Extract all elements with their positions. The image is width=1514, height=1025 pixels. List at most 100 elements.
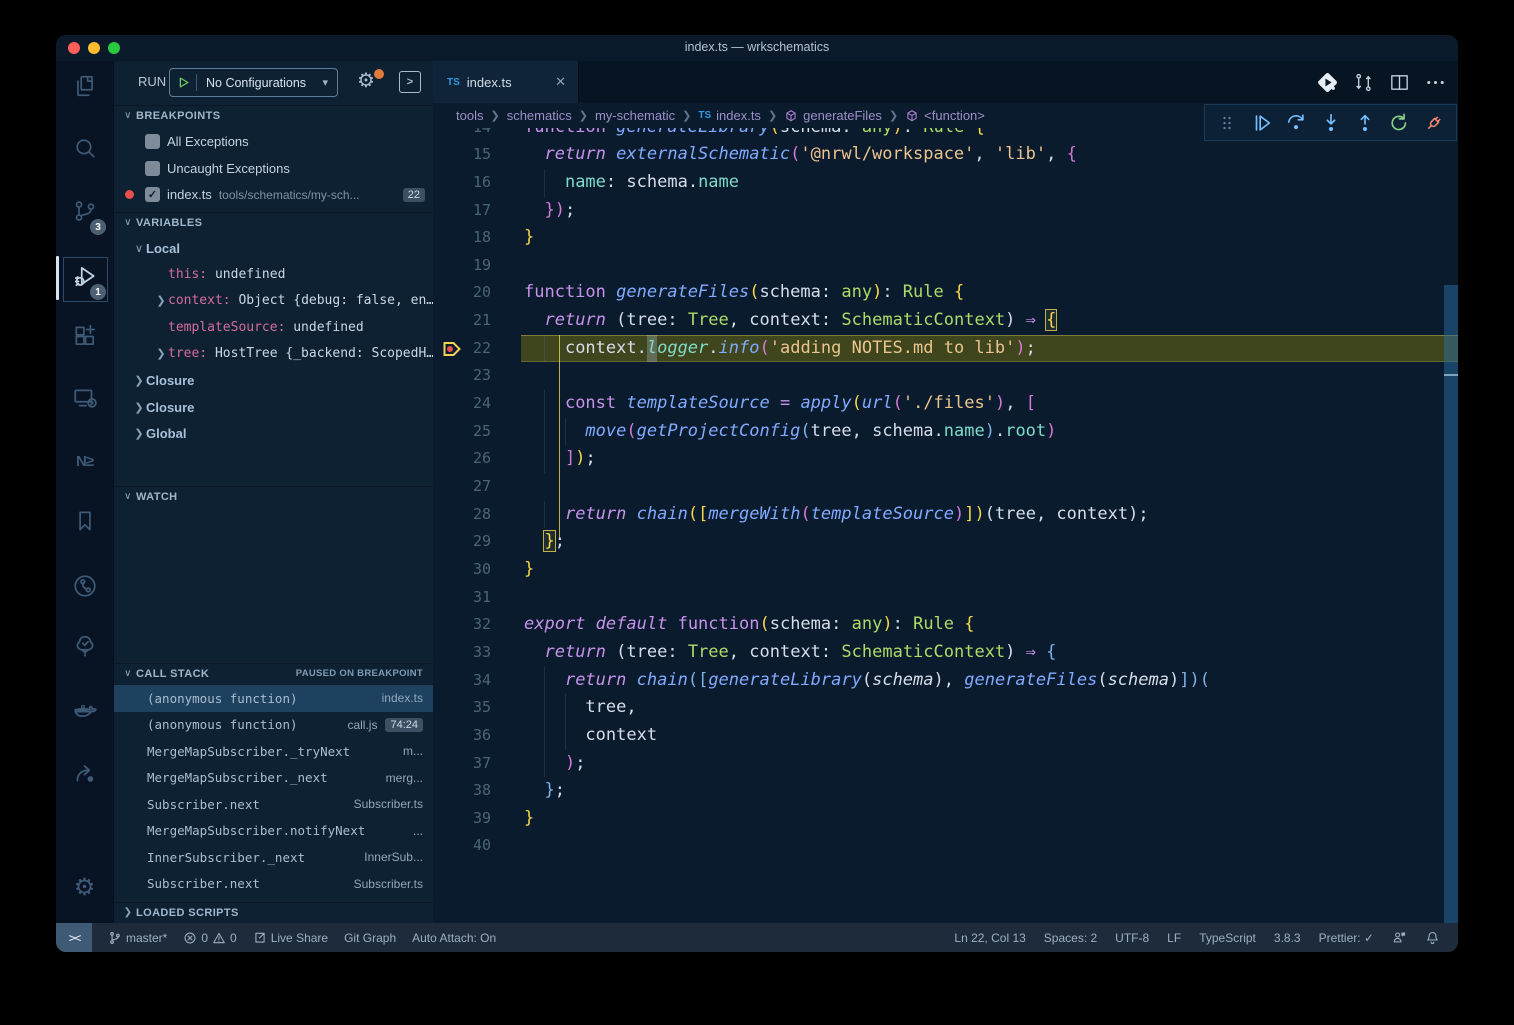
code-line[interactable]: 35 tree, — [433, 694, 1458, 722]
code-line[interactable]: 29 }; — [433, 528, 1458, 556]
git-branch[interactable]: master* — [108, 931, 167, 945]
code-line[interactable]: 36 context — [433, 722, 1458, 750]
code-line[interactable]: 34 return chain([generateLibrary(schema)… — [433, 667, 1458, 695]
code-line[interactable]: 33 return (tree: Tree, context: Schemati… — [433, 639, 1458, 667]
code-line[interactable]: 25 move(getProjectConfig(tree, schema.na… — [433, 418, 1458, 446]
run-or-debug-icon[interactable] — [1314, 69, 1340, 95]
code-line[interactable]: 18} — [433, 224, 1458, 252]
todo-tree-icon[interactable] — [56, 624, 113, 672]
code-line[interactable]: 32export default function(schema: any): … — [433, 611, 1458, 639]
run-and-debug-icon[interactable]: 1 — [56, 254, 113, 302]
breakpoint-row[interactable]: ✓index.tstools/schematics/my-sch...22 — [114, 181, 433, 208]
expand-chevron-icon[interactable]: ❯ — [132, 401, 146, 414]
code-line[interactable]: 24 const templateSource = apply(url('./f… — [433, 390, 1458, 418]
breadcrumb-item[interactable]: my-schematic — [595, 108, 675, 123]
bookmarks-icon[interactable] — [56, 499, 113, 547]
launch-config-dropdown[interactable]: No Configurations▾ — [169, 68, 338, 97]
code-line[interactable]: 39} — [433, 805, 1458, 833]
call-stack-frame[interactable]: MergeMapSubscriber._tryNextm... — [114, 738, 433, 765]
code-line[interactable]: 40 — [433, 832, 1458, 860]
variable-scope-row[interactable]: ❯Closure — [114, 394, 433, 420]
overview-ruler[interactable] — [1444, 128, 1458, 923]
watch-section-header[interactable]: ∨WATCH — [114, 486, 433, 506]
code-line[interactable]: 19 — [433, 252, 1458, 280]
restart-button[interactable] — [1387, 111, 1411, 135]
call-stack-frame[interactable]: (anonymous function)index.ts — [114, 685, 433, 712]
feedback-smiley[interactable] — [1392, 930, 1407, 945]
search-icon[interactable] — [56, 126, 113, 174]
variables-section-header[interactable]: ∨VARIABLES — [114, 212, 433, 232]
code-line[interactable]: 30} — [433, 556, 1458, 584]
breakpoint-row[interactable]: All Exceptions — [114, 128, 433, 155]
code-line[interactable]: 37 ); — [433, 750, 1458, 778]
code-line[interactable]: 17 }); — [433, 197, 1458, 225]
variable-row[interactable]: ❯tree: HostTree {_backend: ScopedH… — [114, 340, 433, 366]
source-control-icon[interactable]: 3 — [56, 189, 113, 237]
encoding[interactable]: UTF-8 — [1115, 931, 1149, 945]
breadcrumb-item[interactable]: generateFiles — [784, 108, 882, 123]
call-stack-frame[interactable]: InnerSubscriber._nextInnerSub... — [114, 844, 433, 871]
live-share[interactable]: Live Share — [253, 931, 328, 945]
variable-scope-row[interactable]: ❯Global — [114, 420, 433, 446]
auto-attach[interactable]: Auto Attach: On — [412, 931, 496, 945]
code-line[interactable]: 38 }; — [433, 777, 1458, 805]
prettier[interactable]: Prettier: ✓ — [1319, 931, 1374, 945]
live-share-icon[interactable] — [56, 751, 113, 799]
remote-indicator[interactable]: >< — [56, 923, 92, 952]
tab-close-icon[interactable]: ✕ — [555, 74, 566, 90]
tab-index-ts[interactable]: TS index.ts ✕ — [433, 61, 579, 103]
remote-explorer-icon[interactable] — [56, 376, 113, 424]
breakpoints-section-header[interactable]: ∨BREAKPOINTS — [114, 105, 433, 125]
compare-changes-icon[interactable] — [1350, 69, 1376, 95]
variable-row[interactable]: templateSource: undefined — [114, 314, 433, 340]
breakpoint-row[interactable]: Uncaught Exceptions — [114, 155, 433, 182]
step-out-button[interactable] — [1353, 111, 1377, 135]
variable-row[interactable]: this: undefined — [114, 261, 433, 287]
split-editor-icon[interactable] — [1386, 69, 1412, 95]
language-mode[interactable]: TypeScript — [1199, 931, 1256, 945]
step-over-button[interactable] — [1284, 111, 1308, 135]
expand-chevron-icon[interactable]: ❯ — [154, 294, 168, 307]
breadcrumb-item[interactable]: TSindex.ts — [698, 108, 761, 123]
variable-scope-row[interactable]: ❯Closure — [114, 367, 433, 393]
eol[interactable]: LF — [1167, 931, 1181, 945]
code-viewport[interactable]: 14function generateLibrary(schema: any):… — [433, 128, 1458, 923]
expand-chevron-icon[interactable]: ❯ — [132, 374, 146, 387]
extensions-icon[interactable] — [56, 314, 113, 362]
code-line[interactable]: 23 — [433, 362, 1458, 390]
code-line[interactable]: 20function generateFiles(schema: any): R… — [433, 279, 1458, 307]
call-stack-section-header[interactable]: ∨CALL STACKPAUSED ON BREAKPOINT — [114, 663, 433, 683]
breakpoint-checkbox[interactable]: ✓ — [145, 187, 160, 202]
continue-button[interactable] — [1250, 111, 1274, 135]
git-graph-icon[interactable] — [56, 564, 113, 612]
code-line[interactable]: 15 return externalSchematic('@nrwl/works… — [433, 141, 1458, 169]
scrollbar-thumb[interactable] — [1444, 285, 1458, 925]
more-actions-icon[interactable] — [1422, 69, 1448, 95]
expand-chevron-icon[interactable]: ❯ — [132, 427, 146, 440]
breadcrumb-item[interactable]: <function> — [905, 108, 985, 123]
code-line[interactable]: 26 ]); — [433, 445, 1458, 473]
breadcrumb-item[interactable]: schematics — [507, 108, 572, 123]
code-line[interactable]: 27 — [433, 473, 1458, 501]
variable-row[interactable]: ❯context: Object {debug: false, en… — [114, 287, 433, 313]
code-line[interactable]: 16 name: schema.name — [433, 169, 1458, 197]
docker-icon[interactable] — [56, 688, 113, 736]
code-line[interactable]: 28 return chain([mergeWith(templateSourc… — [433, 501, 1458, 529]
code-line[interactable]: 31 — [433, 584, 1458, 612]
disconnect-button[interactable] — [1422, 111, 1446, 135]
loaded-scripts-section-header[interactable]: ❯LOADED SCRIPTS — [114, 902, 433, 922]
breadcrumb-item[interactable]: tools — [456, 108, 483, 123]
manage-gear-icon[interactable]: ⚙ — [56, 864, 113, 912]
configure-gear-icon[interactable]: ⚙ — [357, 70, 375, 92]
code-line[interactable]: 22 context.logger.info('adding NOTES.md … — [433, 335, 1458, 363]
nx-console-icon[interactable]: N≥ — [56, 438, 113, 486]
call-stack-frame[interactable]: Subscriber.nextSubscriber.ts — [114, 791, 433, 818]
breakpoint-checkbox[interactable] — [145, 161, 160, 176]
step-into-button[interactable] — [1319, 111, 1343, 135]
git-graph[interactable]: Git Graph — [344, 931, 396, 945]
breakpoint-checkbox[interactable] — [145, 134, 160, 149]
expand-chevron-icon[interactable]: ❯ — [154, 347, 168, 360]
expand-chevron-icon[interactable]: ∨ — [132, 242, 146, 255]
problems-indicator[interactable]: 00 — [183, 931, 236, 945]
variable-scope-row[interactable]: ∨Local — [114, 235, 433, 261]
